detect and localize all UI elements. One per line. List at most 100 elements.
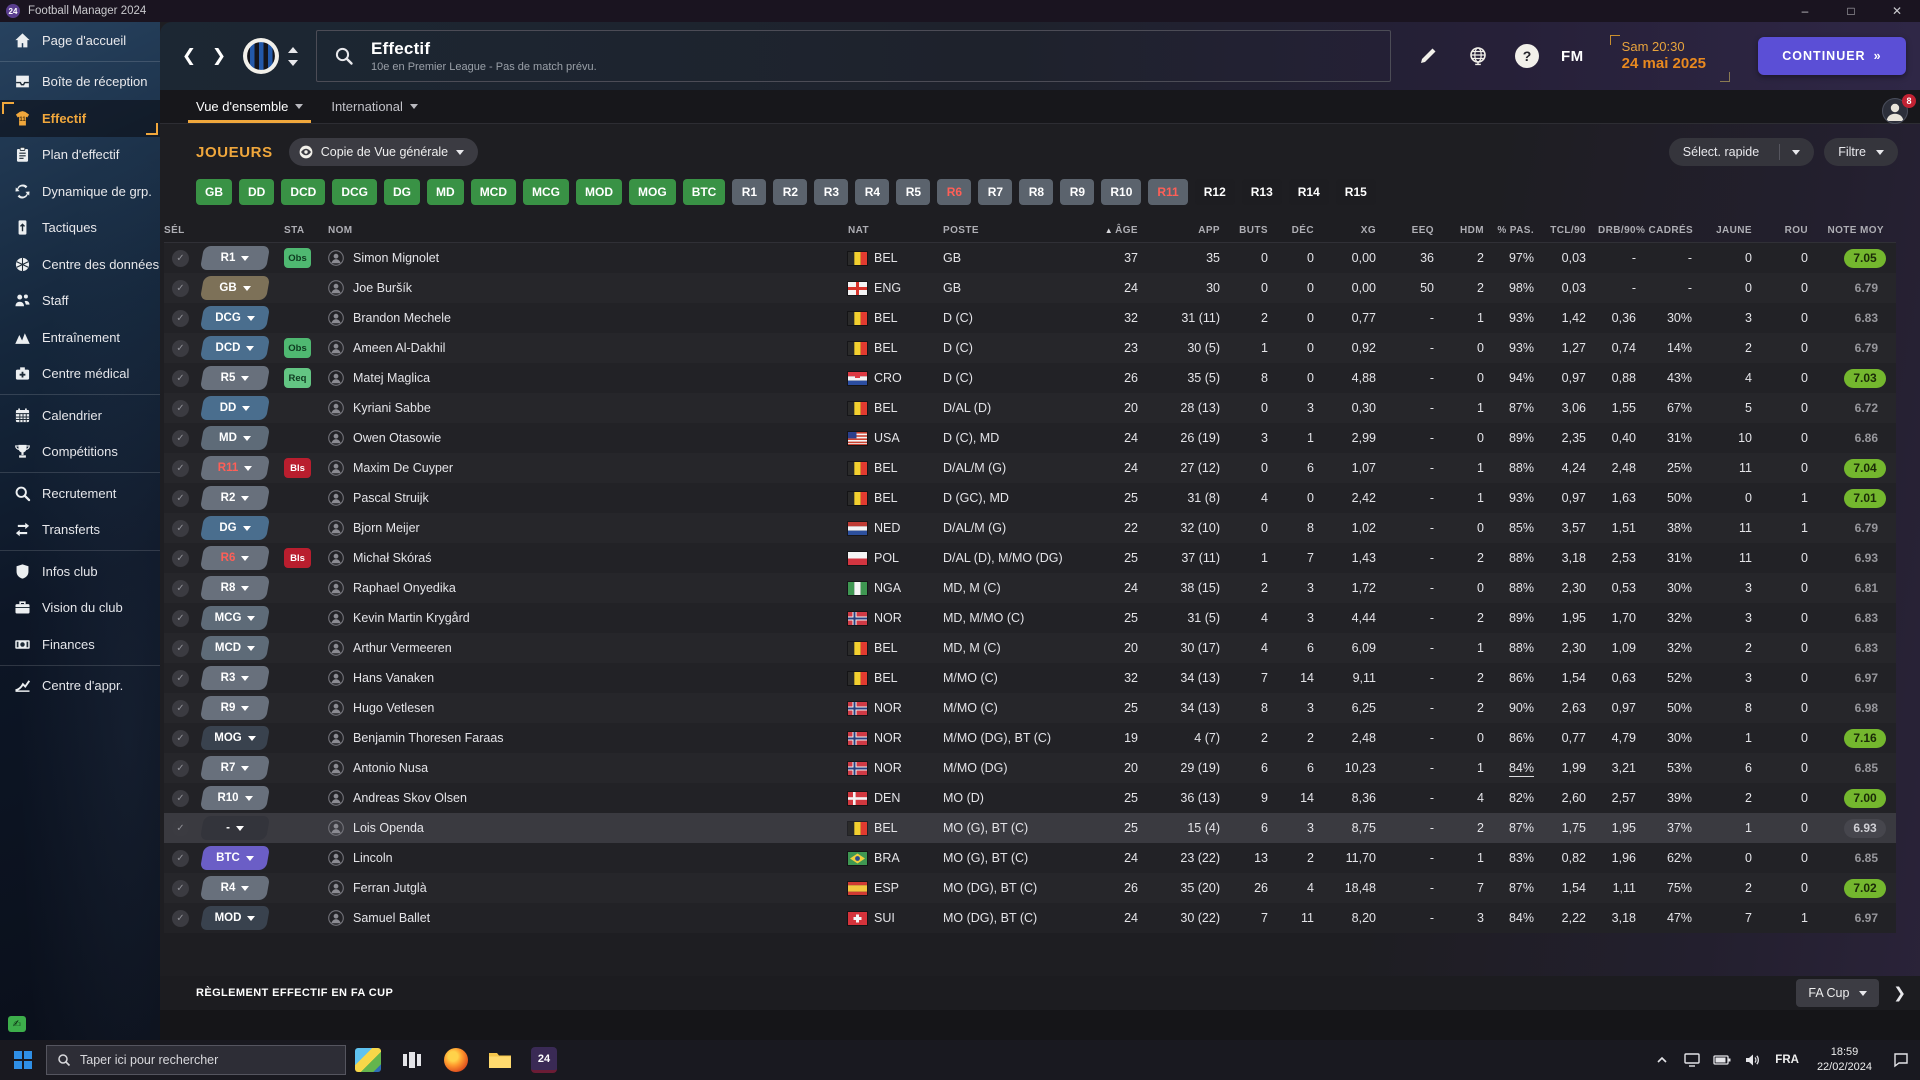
player-row-hugo-vetlesen[interactable]: ✓R9Hugo VetlesenNORM/MO (C)2534 (13)836,… <box>164 693 1896 723</box>
column-header-dec[interactable]: DÉC <box>1268 225 1314 236</box>
cell-name[interactable]: Lois Openda <box>328 820 848 836</box>
cell-select[interactable]: ✓ <box>164 850 202 867</box>
column-header-note-moy[interactable]: NOTE MOY <box>1808 225 1896 236</box>
cell-badge[interactable]: R1 <box>202 246 284 270</box>
sidebar-item-infos-club[interactable]: Infos club <box>0 553 160 590</box>
player-row-arthur-vermeeren[interactable]: ✓MCDArthur VermeerenBELMD, M (C)2030 (17… <box>164 633 1896 663</box>
continue-button[interactable]: CONTINUER» <box>1758 37 1906 75</box>
help-icon[interactable]: ? <box>1515 44 1539 68</box>
cell-select[interactable]: ✓ <box>164 310 202 327</box>
sidebar-item-calendrier[interactable]: Calendrier <box>0 397 160 434</box>
cell-name[interactable]: Maxim De Cuyper <box>328 460 848 476</box>
column-header-sel[interactable]: SÉL <box>164 225 202 236</box>
cell-select[interactable]: ✓ <box>164 580 202 597</box>
squad-number-badge[interactable]: DG <box>202 516 268 540</box>
position-chip-r7[interactable]: R7 <box>978 179 1012 205</box>
cell-name[interactable]: Kevin Martin Krygård <box>328 610 848 626</box>
cell-select[interactable]: ✓ <box>164 730 202 747</box>
cell-select[interactable]: ✓ <box>164 700 202 717</box>
close-button[interactable]: ✕ <box>1874 0 1920 22</box>
select-checkbox[interactable]: ✓ <box>172 640 189 657</box>
position-chip-r4[interactable]: R4 <box>855 179 889 205</box>
sidebar-item-centre-d-appr[interactable]: Centre d'appr. <box>0 668 160 705</box>
sidebar-item-tactiques[interactable]: Tactiques <box>0 210 160 247</box>
tray-display-icon[interactable] <box>1677 1040 1707 1080</box>
club-crest[interactable] <box>242 37 280 75</box>
widgets-icon[interactable] <box>346 1040 390 1080</box>
select-checkbox[interactable]: ✓ <box>172 730 189 747</box>
cell-name[interactable]: Hans Vanaken <box>328 670 848 686</box>
cell-name[interactable]: Arthur Vermeeren <box>328 640 848 656</box>
cell-name[interactable]: Pascal Struijk <box>328 490 848 506</box>
player-row-maxim-de-cuyper[interactable]: ✓R11BlsMaxim De CuyperBELD/AL/M (G)2427 … <box>164 453 1896 483</box>
cell-select[interactable]: ✓ <box>164 400 202 417</box>
title-search-box[interactable]: Effectif 10e en Premier League - Pas de … <box>316 30 1391 82</box>
position-chip-r11[interactable]: R11 <box>1148 179 1187 205</box>
tray-battery-icon[interactable] <box>1707 1040 1737 1080</box>
cell-name[interactable]: Lincoln <box>328 850 848 866</box>
cell-name[interactable]: Ameen Al-Dakhil <box>328 340 848 356</box>
position-chip-r12[interactable]: R12 <box>1195 179 1235 205</box>
language-indicator[interactable]: FRA <box>1767 1054 1807 1066</box>
position-chip-dcg[interactable]: DCG <box>332 179 377 205</box>
cell-select[interactable]: ✓ <box>164 670 202 687</box>
sidebar-item-dynamique-de-grp[interactable]: Dynamique de grp. <box>0 173 160 210</box>
column-header-nom[interactable]: NOM <box>328 225 848 236</box>
squad-number-badge[interactable]: R2 <box>202 486 268 510</box>
squad-number-badge[interactable]: R10 <box>202 786 268 810</box>
select-checkbox[interactable]: ✓ <box>172 820 189 837</box>
squad-number-badge[interactable]: DCG <box>202 306 268 330</box>
select-checkbox[interactable]: ✓ <box>172 700 189 717</box>
position-chip-dg[interactable]: DG <box>384 179 420 205</box>
player-row-simon-mignolet[interactable]: ✓R1ObsSimon MignoletBELGB3735000,0036297… <box>164 243 1896 273</box>
squad-number-badge[interactable]: MCD <box>202 636 268 660</box>
column-header-hdm[interactable]: HDM <box>1434 225 1484 236</box>
cell-select[interactable]: ✓ <box>164 880 202 897</box>
position-chip-r15[interactable]: R15 <box>1336 179 1376 205</box>
select-checkbox[interactable]: ✓ <box>172 850 189 867</box>
select-checkbox[interactable]: ✓ <box>172 400 189 417</box>
squad-number-badge[interactable]: R3 <box>202 666 268 690</box>
cell-badge[interactable]: R10 <box>202 786 284 810</box>
column-header-pas[interactable]: % PAS. <box>1484 225 1534 236</box>
select-checkbox[interactable]: ✓ <box>172 580 189 597</box>
taskbar-search[interactable]: Taper ici pour rechercher <box>46 1045 346 1075</box>
sidebar-item-centre-medical[interactable]: Centre médical <box>0 356 160 393</box>
cell-name[interactable]: Samuel Ballet <box>328 910 848 926</box>
position-chip-dcd[interactable]: DCD <box>281 179 325 205</box>
sidebar-item-competitions[interactable]: Compétitions <box>0 434 160 471</box>
cell-badge[interactable]: R3 <box>202 666 284 690</box>
firefox-icon[interactable] <box>434 1040 478 1080</box>
position-chip-mog[interactable]: MOG <box>629 179 676 205</box>
sidebar-item-plan-d-effectif[interactable]: Plan d'effectif <box>0 137 160 174</box>
column-header-jaune[interactable]: JAUNE <box>1692 225 1752 236</box>
player-row-benjamin-thoresen-faraas[interactable]: ✓MOGBenjamin Thoresen FaraasNORM/MO (DG)… <box>164 723 1896 753</box>
sidebar-item-entrainement[interactable]: Entraînement <box>0 319 160 356</box>
cell-name[interactable]: Ferran Jutglà <box>328 880 848 896</box>
cell-select[interactable]: ✓ <box>164 550 202 567</box>
squad-number-badge[interactable]: BTC <box>202 846 268 870</box>
select-checkbox[interactable]: ✓ <box>172 340 189 357</box>
club-switcher[interactable] <box>288 47 298 66</box>
cell-select[interactable]: ✓ <box>164 640 202 657</box>
player-row-micha-skoras[interactable]: ✓R6BlsMichał SkóraśPOLD/AL (D), M/MO (DG… <box>164 543 1896 573</box>
cell-badge[interactable]: DCD <box>202 336 284 360</box>
squad-number-badge[interactable]: R8 <box>202 576 268 600</box>
column-header-rou[interactable]: ROU <box>1752 225 1808 236</box>
cell-badge[interactable]: R8 <box>202 576 284 600</box>
position-chip-r13[interactable]: R13 <box>1242 179 1282 205</box>
cell-select[interactable]: ✓ <box>164 910 202 927</box>
nav-forward-button[interactable]: ❯ <box>204 41 234 71</box>
squad-number-badge[interactable]: R9 <box>202 696 268 720</box>
tab-vue-d-ensemble[interactable]: Vue d'ensemble <box>182 90 317 123</box>
tab-international[interactable]: International <box>317 90 432 123</box>
position-chip-mcg[interactable]: MCG <box>523 179 569 205</box>
select-checkbox[interactable]: ✓ <box>172 610 189 627</box>
position-chip-md[interactable]: MD <box>427 179 464 205</box>
cell-badge[interactable]: MD <box>202 426 284 450</box>
cell-badge[interactable]: GB <box>202 276 284 300</box>
cell-name[interactable]: Bjorn Meijer <box>328 520 848 536</box>
player-row-kevin-martin-krygard[interactable]: ✓MCGKevin Martin KrygårdNORMD, M/MO (C)2… <box>164 603 1896 633</box>
cell-name[interactable]: Kyriani Sabbe <box>328 400 848 416</box>
cell-badge[interactable]: MOD <box>202 906 284 930</box>
